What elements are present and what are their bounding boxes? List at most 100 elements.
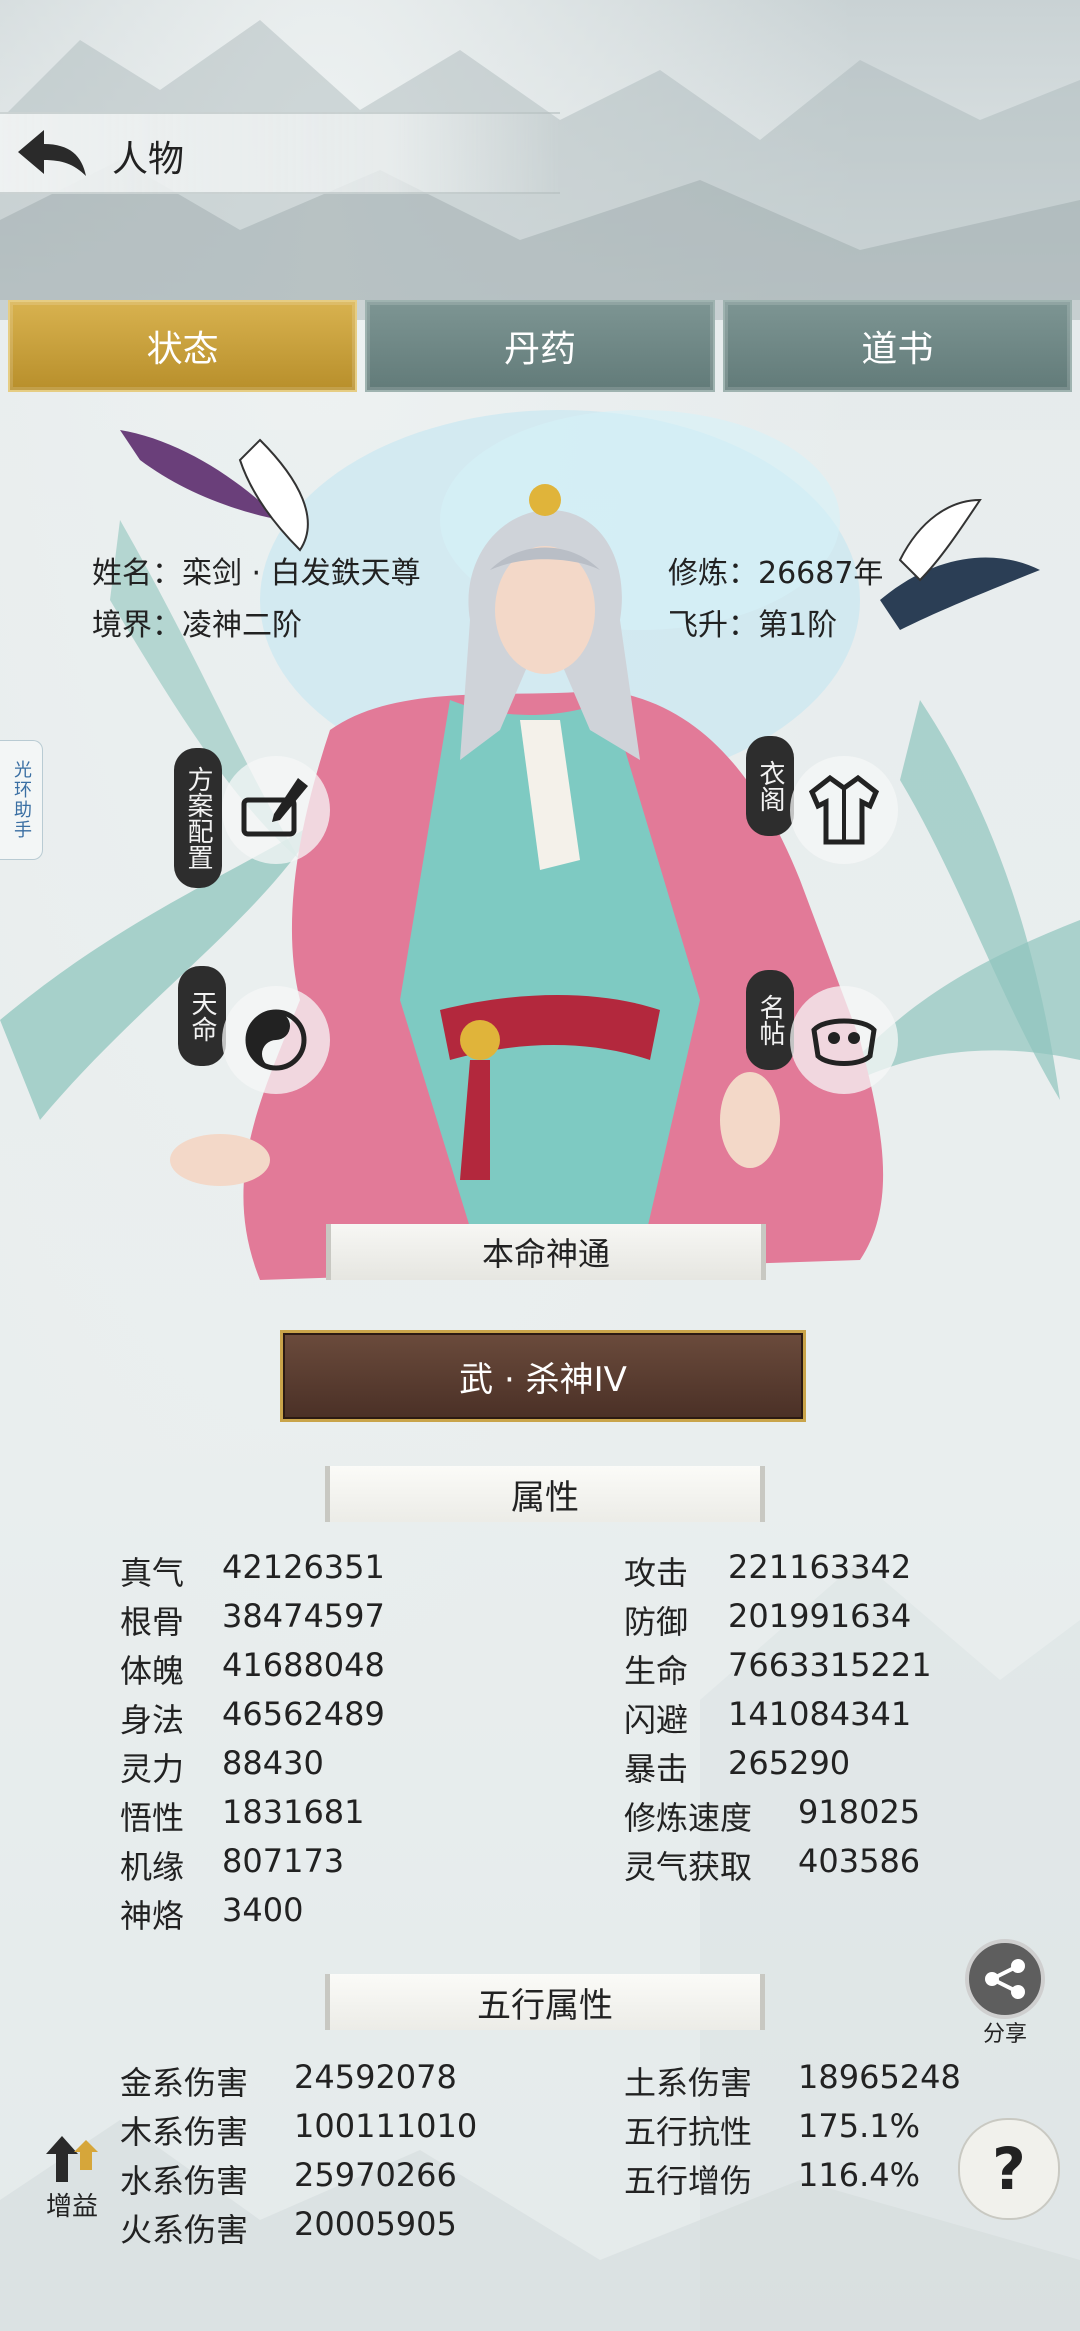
share-icon — [965, 1939, 1045, 2019]
wardrobe-label: 衣阁 — [746, 736, 794, 836]
halo-assistant-tab[interactable]: 光环助手 — [0, 740, 43, 860]
fate-button[interactable] — [222, 986, 330, 1094]
back-arrow-icon — [18, 130, 86, 176]
attr-row: 真气 42126351 — [120, 1548, 385, 1592]
page-title: 人物 — [112, 139, 185, 180]
attr-row: 体魄 41688048 — [120, 1646, 385, 1690]
attr-row: 攻击 221163342 — [624, 1548, 911, 1592]
element-value: 24592078 — [294, 2058, 457, 2096]
tab-status[interactable]: 状态 — [8, 300, 358, 392]
element-value: 116.4% — [798, 2156, 921, 2194]
cultivation-label: 修炼： — [668, 556, 758, 591]
top-bar: 人物 — [0, 112, 560, 194]
attr-row: 神烙 3400 — [120, 1891, 303, 1935]
attr-row: 机缘 807173 — [120, 1842, 344, 1886]
tab-bar: 状态 丹药 道书 — [8, 300, 1072, 392]
character-name: 姓名：栾剑 · 白发鉄天尊 — [92, 548, 421, 592]
attr-value: 42126351 — [222, 1548, 385, 1586]
attr-row: 灵气获取 403586 — [624, 1842, 920, 1886]
natal-skill-title: 本命神通 — [326, 1224, 766, 1280]
cultivation-value: 26687年 — [758, 556, 884, 591]
tab-books[interactable]: 道书 — [722, 300, 1072, 392]
back-button[interactable] — [12, 122, 92, 184]
element-key: 金系伤害 — [120, 2064, 249, 2102]
five-elements-title: 五行属性 — [325, 1974, 765, 2030]
element-row: 金系伤害 24592078 — [120, 2058, 457, 2102]
attr-key: 修炼速度 — [624, 1799, 753, 1837]
tab-pills[interactable]: 丹药 — [365, 300, 715, 392]
ascend-value: 第1阶 — [758, 608, 838, 643]
attr-row: 生命 7663315221 — [624, 1646, 932, 1690]
attr-key: 悟性 — [120, 1799, 185, 1837]
attr-key: 体魄 — [120, 1652, 185, 1690]
attr-value: 221163342 — [728, 1548, 912, 1586]
attr-row: 修炼速度 918025 — [624, 1793, 920, 1837]
help-button[interactable]: ? — [958, 2118, 1060, 2220]
attr-value: 918025 — [798, 1793, 921, 1831]
element-row: 木系伤害 100111010 — [120, 2107, 477, 2151]
plan-config-button[interactable] — [222, 756, 330, 864]
attr-value: 1831681 — [222, 1793, 365, 1831]
attr-value: 3400 — [222, 1891, 304, 1929]
fate-label: 天命 — [178, 966, 226, 1066]
up-arrow-icon — [46, 2136, 98, 2182]
attr-key: 攻击 — [624, 1554, 689, 1592]
element-key: 五行增伤 — [624, 2162, 753, 2200]
attr-value: 41688048 — [222, 1646, 385, 1684]
attr-value: 807173 — [222, 1842, 345, 1880]
attr-row: 防御 201991634 — [624, 1597, 911, 1641]
attr-row: 根骨 38474597 — [120, 1597, 385, 1641]
element-key: 木系伤害 — [120, 2113, 249, 2151]
attr-key: 真气 — [120, 1554, 185, 1592]
attr-value: 265290 — [728, 1744, 851, 1782]
element-key: 五行抗性 — [624, 2113, 753, 2151]
element-key: 火系伤害 — [120, 2211, 249, 2249]
name-card-label: 名帖 — [746, 970, 794, 1070]
attr-key: 灵气获取 — [624, 1848, 753, 1886]
attr-value: 141084341 — [728, 1695, 912, 1733]
attr-row: 身法 46562489 — [120, 1695, 385, 1739]
name-label: 姓名： — [92, 556, 182, 591]
buff-label: 增益 — [45, 2192, 98, 2222]
buff-button[interactable]: 增益 — [34, 2130, 110, 2226]
attr-value: 88430 — [222, 1744, 324, 1782]
element-row: 土系伤害 18965248 — [624, 2058, 961, 2102]
attributes-title: 属性 — [325, 1466, 765, 1522]
attr-value: 403586 — [798, 1842, 921, 1880]
natal-skill-button[interactable]: 武 · 杀神IV — [280, 1330, 806, 1422]
element-value: 175.1% — [798, 2107, 921, 2145]
attr-value: 7663315221 — [728, 1646, 932, 1684]
element-key: 水系伤害 — [120, 2162, 249, 2200]
element-value: 18965248 — [798, 2058, 961, 2096]
attr-key: 生命 — [624, 1652, 689, 1690]
attr-key: 神烙 — [120, 1897, 185, 1935]
realm-label: 境界： — [92, 608, 182, 643]
character-ascend: 飞升：第1阶 — [668, 600, 837, 644]
character-realm: 境界：凌神二阶 — [92, 600, 302, 644]
attr-value: 201991634 — [728, 1597, 912, 1635]
attr-key: 暴击 — [624, 1750, 689, 1788]
yin-yang-icon — [245, 1009, 307, 1071]
element-row: 五行抗性 175.1% — [624, 2107, 920, 2151]
realm-value: 凌神二阶 — [182, 608, 302, 643]
element-value: 20005905 — [294, 2205, 457, 2243]
scroll-brush-icon — [241, 778, 308, 837]
name-card-button[interactable] — [790, 986, 898, 1094]
attr-key: 防御 — [624, 1603, 689, 1641]
element-value: 100111010 — [294, 2107, 478, 2145]
plan-config-label: 方案配置 — [174, 748, 222, 888]
attr-key: 身法 — [120, 1701, 185, 1739]
mask-icon — [811, 1018, 877, 1066]
attr-key: 根骨 — [120, 1603, 185, 1641]
wardrobe-button[interactable] — [790, 756, 898, 864]
share-button[interactable]: 分享 — [962, 1936, 1048, 2047]
element-row: 水系伤害 25970266 — [120, 2156, 457, 2200]
name-value: 栾剑 · 白发鉄天尊 — [182, 556, 421, 591]
share-label: 分享 — [982, 2022, 1027, 2047]
element-row: 五行增伤 116.4% — [624, 2156, 920, 2200]
attr-row: 暴击 265290 — [624, 1744, 850, 1788]
ascend-label: 飞升： — [668, 608, 758, 643]
attr-value: 38474597 — [222, 1597, 385, 1635]
element-row: 火系伤害 20005905 — [120, 2205, 457, 2249]
element-key: 土系伤害 — [624, 2064, 753, 2102]
